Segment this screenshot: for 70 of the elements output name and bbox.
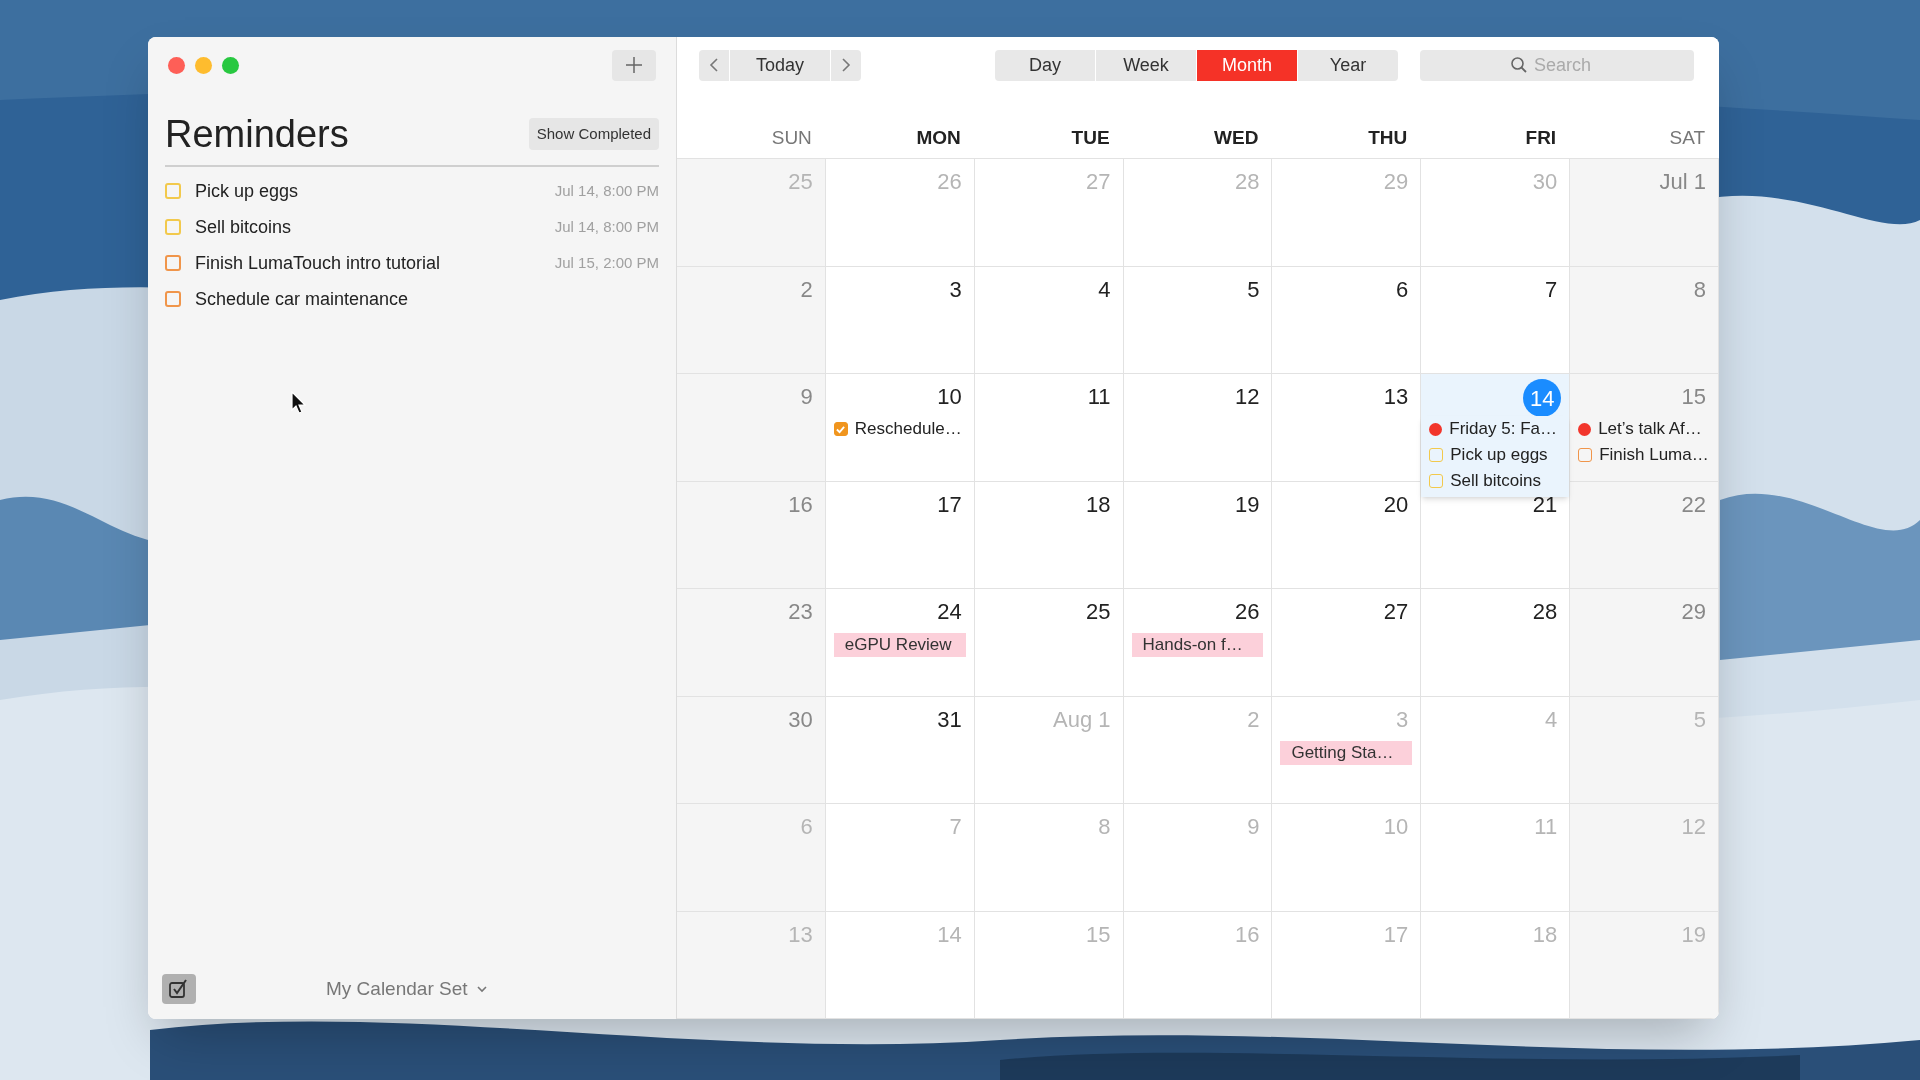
day-number: 31	[937, 706, 962, 734]
day-number: 29	[1681, 599, 1706, 626]
day-number: 28	[1234, 169, 1260, 196]
day-number: 6	[800, 814, 813, 841]
day-number: 23	[788, 599, 813, 626]
day-number: 27	[1086, 169, 1111, 196]
day-number: 5	[1693, 706, 1706, 734]
weekday-header: MON	[915, 125, 962, 150]
sidebar-title: Reminders	[165, 112, 349, 157]
today-date: 14	[1523, 379, 1562, 417]
day-number: 19	[1681, 921, 1706, 949]
day-number: 11	[1087, 384, 1111, 411]
day-number: 24	[937, 599, 962, 626]
day-number: 4	[1098, 276, 1111, 304]
day-number: 25	[788, 169, 813, 196]
day-number: 22	[1681, 491, 1706, 519]
day-number: Jul 1	[1659, 169, 1706, 196]
day-number: 12	[1681, 814, 1706, 841]
reminder-title: Pick up eggs	[195, 179, 300, 203]
day-number: 3	[1396, 706, 1409, 734]
weekday-header: WED	[1213, 125, 1260, 150]
day-number: Aug 1	[1053, 706, 1111, 734]
day-number: 15	[1086, 921, 1111, 949]
weekday-header: TUE	[1070, 125, 1111, 150]
reminder-title: Sell bitcoins	[195, 215, 293, 239]
day-number: 2	[1247, 706, 1260, 734]
day-number: 17	[937, 491, 962, 519]
day-number: 2	[800, 276, 813, 304]
day-number: 13	[1383, 384, 1409, 411]
day-number: 26	[1234, 599, 1260, 626]
day-number: 15	[1681, 384, 1706, 411]
weekday-header: SUN	[770, 125, 813, 150]
reminder-due-date: Jul 14, 8:00 PM	[554, 216, 659, 237]
day-number: 5	[1247, 276, 1260, 304]
day-number: 16	[788, 491, 813, 519]
day-number: 17	[1383, 921, 1409, 949]
day-number: 20	[1383, 491, 1409, 519]
day-number: 30	[788, 706, 813, 734]
day-number: 4	[1544, 706, 1558, 734]
day-number: 14	[937, 921, 962, 949]
weekday-header: FRI	[1524, 125, 1558, 150]
day-number: 8	[1693, 276, 1706, 304]
reminder-due-date: Jul 14, 8:00 PM	[554, 180, 659, 201]
day-number: 27	[1383, 599, 1409, 626]
weekday-header: SAT	[1668, 125, 1706, 150]
day-number: 10	[1383, 814, 1409, 841]
day-number: 3	[949, 276, 962, 304]
day-number: 9	[800, 384, 813, 411]
day-number: 13	[788, 921, 813, 949]
day-number: 30	[1532, 169, 1558, 196]
day-number: 25	[1086, 599, 1111, 626]
day-number: 18	[1532, 921, 1558, 949]
day-number: 12	[1234, 384, 1260, 411]
day-number: 26	[937, 169, 962, 196]
day-number: 18	[1086, 491, 1111, 519]
day-number: 7	[1544, 276, 1558, 304]
day-number: 10	[937, 384, 962, 411]
day-number: 6	[1396, 276, 1409, 304]
day-number: 29	[1383, 169, 1409, 196]
reminder-title: Finish LumaTouch intro tutorial	[195, 251, 442, 275]
weekday-header: THU	[1367, 125, 1409, 150]
day-number: 11	[1534, 814, 1558, 841]
day-number: 8	[1098, 814, 1111, 841]
reminder-due-date: Jul 15, 2:00 PM	[554, 252, 659, 273]
day-number: 28	[1532, 599, 1558, 626]
reminder-title: Schedule car maintenance	[195, 287, 410, 311]
day-number: 7	[949, 814, 962, 841]
day-number: 16	[1234, 921, 1260, 949]
day-number: 19	[1234, 491, 1260, 519]
day-number: 9	[1247, 814, 1260, 841]
